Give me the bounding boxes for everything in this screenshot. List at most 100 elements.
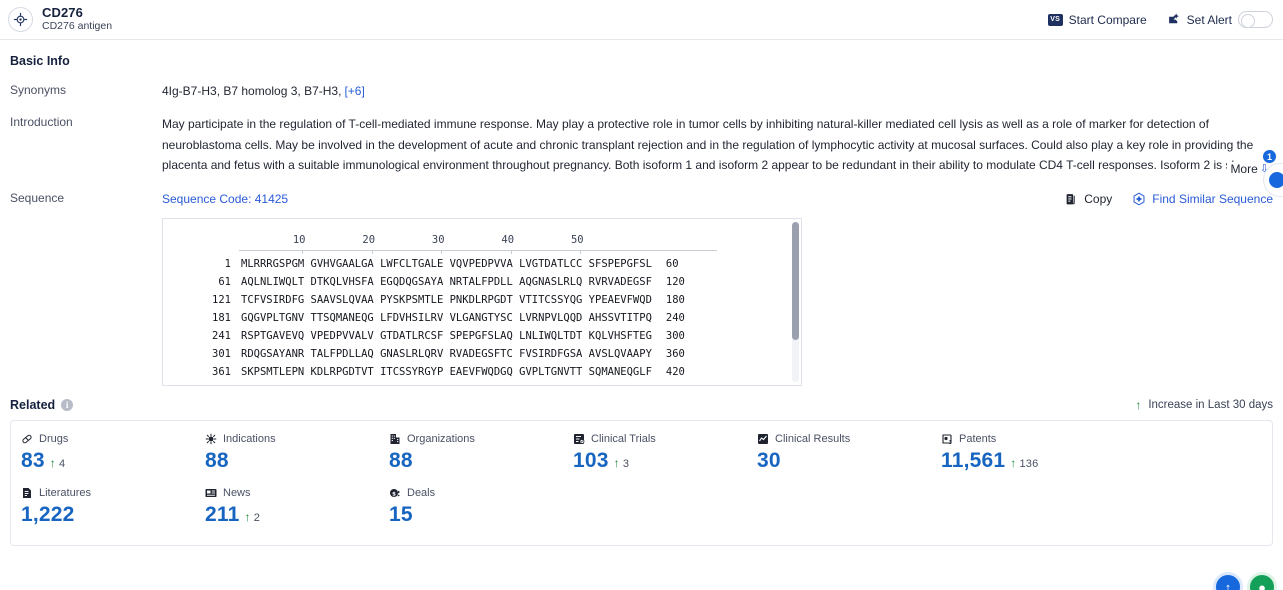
stat-card-literatures[interactable]: Literatures 1,222 bbox=[21, 487, 205, 527]
stat-delta-value: 4 bbox=[58, 458, 66, 470]
stat-label: Drugs bbox=[39, 433, 69, 445]
ruler-tick-label: 20 bbox=[362, 234, 376, 246]
stat-value-row: 103 ↑ 3 bbox=[573, 449, 757, 473]
stat-grid: Drugs 83 ↑ 4 Indications 88 Organizations 88 Cli… bbox=[21, 433, 1262, 541]
notification-badge[interactable]: 1 bbox=[1263, 150, 1276, 163]
stat-head: $ Deals bbox=[389, 487, 573, 499]
sequence-line: 121 TCFVSIRDFG SAAVSLQVAA PYSKPSMTLE PNKD… bbox=[181, 291, 783, 309]
sequence-content: 10 20 30 40 50 1 MLRRRGSPGM GVHVGAALGA LWFCLT… bbox=[163, 219, 801, 381]
ruler-tick bbox=[302, 250, 304, 254]
copy-button[interactable]: Copy bbox=[1065, 192, 1112, 206]
stat-label: Patents bbox=[959, 433, 997, 445]
floating-action-buttons: ↑ ● bbox=[1213, 572, 1277, 590]
stat-value: 1,222 bbox=[21, 503, 75, 526]
patent-icon bbox=[941, 433, 953, 445]
sequence-end-index: 360 bbox=[665, 348, 685, 360]
introduction-row: Introduction May participate in the regu… bbox=[10, 114, 1273, 176]
set-alert-label: Set Alert bbox=[1186, 12, 1232, 27]
arrow-up-icon: ↑ bbox=[1010, 456, 1017, 470]
find-similar-icon bbox=[1132, 192, 1146, 206]
stat-value: 88 bbox=[389, 449, 413, 472]
vs-icon: VS bbox=[1047, 13, 1063, 26]
sequence-residues: RDQGSAYANR TALFPDLLAQ GNASLRLQRV RVADEGS… bbox=[241, 348, 652, 360]
header-actions: VS Start Compare Set Alert bbox=[1047, 11, 1273, 28]
arrow-up-icon: ↑ bbox=[613, 456, 620, 470]
stat-head: Indications bbox=[205, 433, 389, 445]
stat-value-row: 211 ↑ 2 bbox=[205, 503, 389, 527]
related-title: Related bbox=[10, 398, 56, 412]
stat-head: News bbox=[205, 487, 389, 499]
synonyms-body: 4Ig-B7-H3, B7 homolog 3, B7-H3, [+6] bbox=[162, 82, 1273, 100]
basic-info-title: Basic Info bbox=[10, 54, 70, 68]
stat-label: Organizations bbox=[407, 433, 475, 445]
stat-value-row: 83 ↑ 4 bbox=[21, 449, 205, 473]
stat-card-clinical-results[interactable]: Clinical Results 30 bbox=[757, 433, 941, 473]
info-icon[interactable]: i bbox=[61, 399, 74, 411]
sequence-start-index: 241 bbox=[212, 330, 231, 342]
find-similar-sequence-button[interactable]: Find Similar Sequence bbox=[1132, 192, 1273, 206]
sequence-line: 61 AQLNLIWQLT DTKQLVHSFA EGQDQGSAYA NRTAL… bbox=[181, 273, 783, 291]
stat-card-news[interactable]: News 211 ↑ 2 bbox=[205, 487, 389, 527]
stat-card-drugs[interactable]: Drugs 83 ↑ 4 bbox=[21, 433, 205, 473]
chat-support-fab[interactable]: ● bbox=[1247, 572, 1277, 590]
stat-value-row: 15 bbox=[389, 503, 573, 527]
stat-value-row: 88 bbox=[389, 449, 573, 473]
sequence-line: 241 RSPTGAVEVQ VPEDPVVALV GTDATLRCSF SPEP… bbox=[181, 327, 783, 345]
sequence-residues: RSPTGAVEVQ VPEDPVVALV GTDATLRCSF SPEPGFS… bbox=[241, 330, 652, 342]
sequence-residues: GQGVPLTGNV TTSQMANEQG LFDVHSILRV VLGANGT… bbox=[241, 312, 652, 324]
start-compare-button[interactable]: VS Start Compare bbox=[1047, 13, 1147, 27]
stat-value: 103 bbox=[573, 449, 609, 472]
page: CD276 CD276 antigen VS Start Compare Set… bbox=[0, 0, 1283, 590]
stat-value: 211 bbox=[205, 503, 240, 526]
sequence-scrollbar-thumb[interactable] bbox=[792, 222, 799, 340]
scroll-top-fab[interactable]: ↑ bbox=[1213, 572, 1243, 590]
synonyms-label: Synonyms bbox=[10, 83, 67, 97]
sequence-residues: MLRRRGSPGM GVHVGAALGA LWFCLTGALE VQVPEDP… bbox=[241, 258, 652, 270]
clinical-trial-icon bbox=[573, 433, 585, 445]
stat-value: 83 bbox=[21, 449, 45, 472]
stat-card-clinical-trials[interactable]: Clinical Trials 103 ↑ 3 bbox=[573, 433, 757, 473]
arrow-up-icon: ↑ bbox=[49, 456, 56, 470]
synonyms-value: 4Ig-B7-H3, B7 homolog 3, B7-H3, bbox=[162, 84, 342, 98]
sequence-viewer[interactable]: 10 20 30 40 50 1 MLRRRGSPGM GVHVGAALGA LWFCLT… bbox=[162, 218, 802, 386]
stat-label: News bbox=[223, 487, 251, 499]
sequence-line: 301 RDQGSAYANR TALFPDLLAQ GNASLRLQRV RVAD… bbox=[181, 345, 783, 363]
sequence-residues: TCFVSIRDFG SAAVSLQVAA PYSKPSMTLE PNKDLRP… bbox=[241, 294, 652, 306]
arrow-up-fab-icon: ↑ bbox=[1224, 579, 1232, 590]
sequence-code[interactable]: Sequence Code: 41425 bbox=[162, 192, 288, 206]
ruler-tick bbox=[580, 250, 582, 254]
sequence-end-index: 60 bbox=[665, 258, 679, 270]
sequence-tools: Copy Find Similar Sequence bbox=[1065, 192, 1273, 206]
pill-icon bbox=[21, 433, 33, 445]
building-icon bbox=[389, 433, 401, 445]
sequence-end-index: 420 bbox=[665, 366, 685, 378]
sequence-row: Sequence Sequence Code: 41425 Copy Find … bbox=[10, 190, 1273, 386]
ruler-tick bbox=[441, 250, 443, 254]
sequence-label: Sequence bbox=[10, 191, 65, 205]
stat-value-row: 88 bbox=[205, 449, 389, 473]
stat-head: Literatures bbox=[21, 487, 205, 499]
synonyms-more-link[interactable]: [+6] bbox=[344, 84, 364, 98]
help-widget-icon bbox=[1269, 172, 1283, 188]
stat-head: Clinical Results bbox=[757, 433, 941, 445]
stat-card-organizations[interactable]: Organizations 88 bbox=[389, 433, 573, 473]
sequence-scrollbar[interactable] bbox=[792, 222, 799, 382]
introduction-body: May participate in the regulation of T-c… bbox=[162, 114, 1273, 176]
copy-label: Copy bbox=[1084, 192, 1113, 206]
ruler-tick bbox=[371, 250, 373, 254]
alert-toggle[interactable] bbox=[1238, 11, 1273, 28]
introduction-wrapper: May participate in the regulation of T-c… bbox=[162, 114, 1273, 176]
sequence-start-index: 301 bbox=[212, 348, 231, 360]
stat-card-deals[interactable]: $ Deals 15 bbox=[389, 487, 573, 527]
introduction-more-button[interactable]: More ⇩ bbox=[1227, 162, 1269, 176]
stat-card-patents[interactable]: Patents 11,561 ↑ 136 bbox=[941, 433, 1125, 473]
stat-delta-value: 3 bbox=[622, 458, 630, 470]
find-similar-label: Find Similar Sequence bbox=[1152, 192, 1273, 206]
set-alert-button[interactable]: Set Alert bbox=[1167, 11, 1273, 28]
basic-info-section: Basic Info Synonyms 4Ig-B7-H3, B7 homolo… bbox=[0, 54, 1283, 176]
stat-card-indications[interactable]: Indications 88 bbox=[205, 433, 389, 473]
virus-icon bbox=[205, 433, 217, 445]
literature-icon bbox=[21, 487, 33, 499]
stat-value: 11,561 bbox=[941, 449, 1006, 472]
stat-value-row: 30 bbox=[757, 449, 941, 473]
